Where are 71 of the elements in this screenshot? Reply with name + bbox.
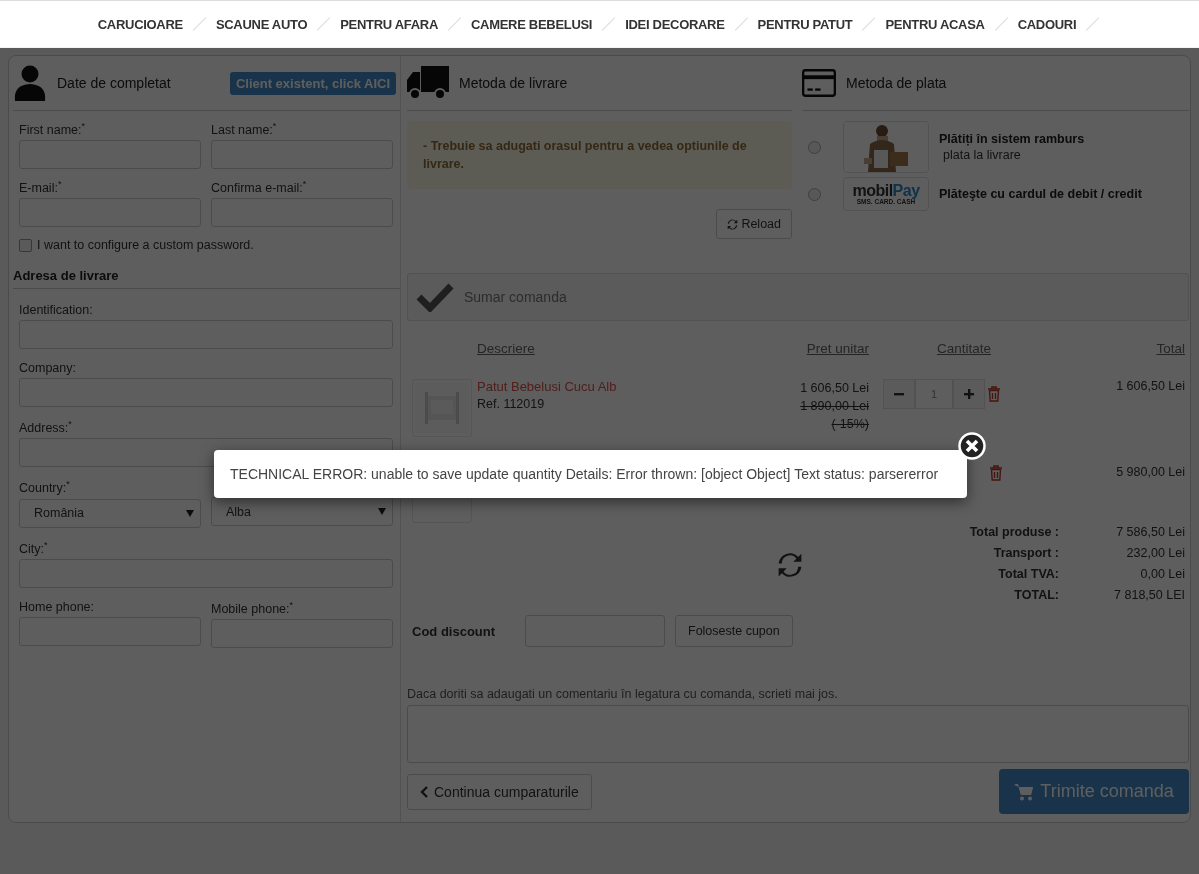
- discount: (-15%): [831, 416, 869, 433]
- section-heading: Adresa de livrare: [13, 264, 400, 290]
- nav-link[interactable]: CAMERE BEBELUSI: [467, 16, 597, 32]
- field-label: First name:$^{*}$: [19, 121, 87, 138]
- select-field[interactable]: România: [19, 498, 201, 528]
- apply-coupon-button[interactable]: Foloseste cupon: [675, 615, 793, 647]
- submit-order-button[interactable]: Trimite comanda: [999, 769, 1189, 814]
- field-label: Last name:$^{*}$: [211, 121, 278, 138]
- line-total: 5 980,00 Lei: [1115, 465, 1186, 479]
- trash-icon[interactable]: [989, 465, 1003, 481]
- total-value: 0,00 Lei: [1139, 567, 1186, 583]
- nav-link[interactable]: SCAUNE AUTO: [211, 16, 312, 32]
- nav-link[interactable]: CADOURI: [1013, 16, 1081, 32]
- field-label: Mobile phone:$^{*}$: [211, 599, 295, 616]
- payment-option-subtitle: plata la livrare: [942, 148, 1022, 162]
- check-icon: [416, 282, 454, 312]
- old-price: 1 890,00 Lei: [800, 398, 869, 415]
- nav-link[interactable]: PENTRU ACASA: [881, 16, 989, 32]
- select-field[interactable]: Alba: [211, 497, 393, 527]
- plus-icon: [964, 389, 974, 399]
- product-ref: Ref. 112019: [477, 397, 546, 411]
- column-header[interactable]: Cantitate: [869, 341, 1029, 356]
- section-title: Metoda de plata: [846, 75, 948, 91]
- total-label: Total produse :: [968, 525, 1059, 541]
- radio-button[interactable]: [808, 187, 821, 201]
- field-label: City:$^{*}$: [19, 539, 49, 556]
- payment-option-title: Plătiți în sistem ramburs: [939, 132, 1085, 146]
- nav-link[interactable]: PENTRU PATUT: [753, 16, 857, 32]
- chevron-left-icon: [420, 785, 428, 798]
- field-label: Address:$^{*}$: [19, 419, 73, 436]
- reload-button[interactable]: Reload: [716, 209, 792, 239]
- nav-link[interactable]: PENTRU AFARA: [336, 16, 442, 32]
- field-label: E-mail:$^{*}$: [19, 179, 63, 196]
- column-header[interactable]: Total: [1029, 341, 1189, 356]
- refresh-icon: [727, 218, 739, 230]
- discount-label: Cod discount: [412, 623, 497, 639]
- total-value: 7 586,50 Lei: [1115, 525, 1186, 541]
- cart-icon: [1014, 782, 1035, 801]
- field-label: Country:$^{*}$: [19, 479, 71, 496]
- field-label: Company:: [19, 361, 77, 376]
- section-title: Metoda de livrare: [459, 75, 569, 91]
- field-label: Identification:: [19, 303, 94, 318]
- field-label: Home phone:: [19, 599, 96, 614]
- payment-option-title: Plăteşte cu cardul de debit / credit: [939, 187, 1142, 201]
- checkbox-label: I want to configure a custom password.: [37, 238, 254, 253]
- user-icon: [13, 65, 47, 101]
- error-message: TECHNICAL ERROR: unable to save update quantity Details: Error thrown: [object Object] Text status: parsererror: [230, 466, 939, 482]
- product-link[interactable]: Patut Bebelusi Cucu Alb: [477, 379, 709, 394]
- unit-price: 1 606,50 Lei: [800, 380, 869, 397]
- trash-icon[interactable]: [987, 386, 1001, 402]
- warning-message: - Trebuie sa adugati orasul pentru a vedea optiunile de livrare.: [407, 121, 792, 189]
- line-total: 1 606,50 Lei: [1115, 379, 1186, 393]
- radio-button[interactable]: [808, 140, 821, 154]
- continue-shopping-button[interactable]: Continua cumparaturile: [407, 773, 592, 810]
- truck-icon: [407, 65, 449, 101]
- total-label: TOTAL:: [1013, 588, 1059, 604]
- checkbox[interactable]: [19, 238, 32, 252]
- login-button[interactable]: Client existent, click AICI: [229, 71, 396, 95]
- total-label: Total TVA:: [997, 567, 1059, 583]
- column-header[interactable]: Pret unitar: [709, 341, 869, 356]
- plus-button[interactable]: [953, 379, 985, 409]
- minus-button[interactable]: [883, 379, 915, 409]
- total-value: 7 818,50 LEI: [1113, 588, 1186, 604]
- total-value: 232,00 Lei: [1125, 546, 1186, 562]
- field-label: Confirma e-mail:$^{*}$: [211, 179, 308, 196]
- column-header[interactable]: Descriere: [477, 341, 709, 356]
- nav-link[interactable]: CARUCIOARE: [93, 16, 187, 32]
- loading-icon: [776, 552, 804, 578]
- nav-link[interactable]: IDEI DECORARE: [621, 16, 729, 32]
- section-title: Date de completat: [57, 75, 172, 91]
- total-label: Transport :: [992, 546, 1059, 562]
